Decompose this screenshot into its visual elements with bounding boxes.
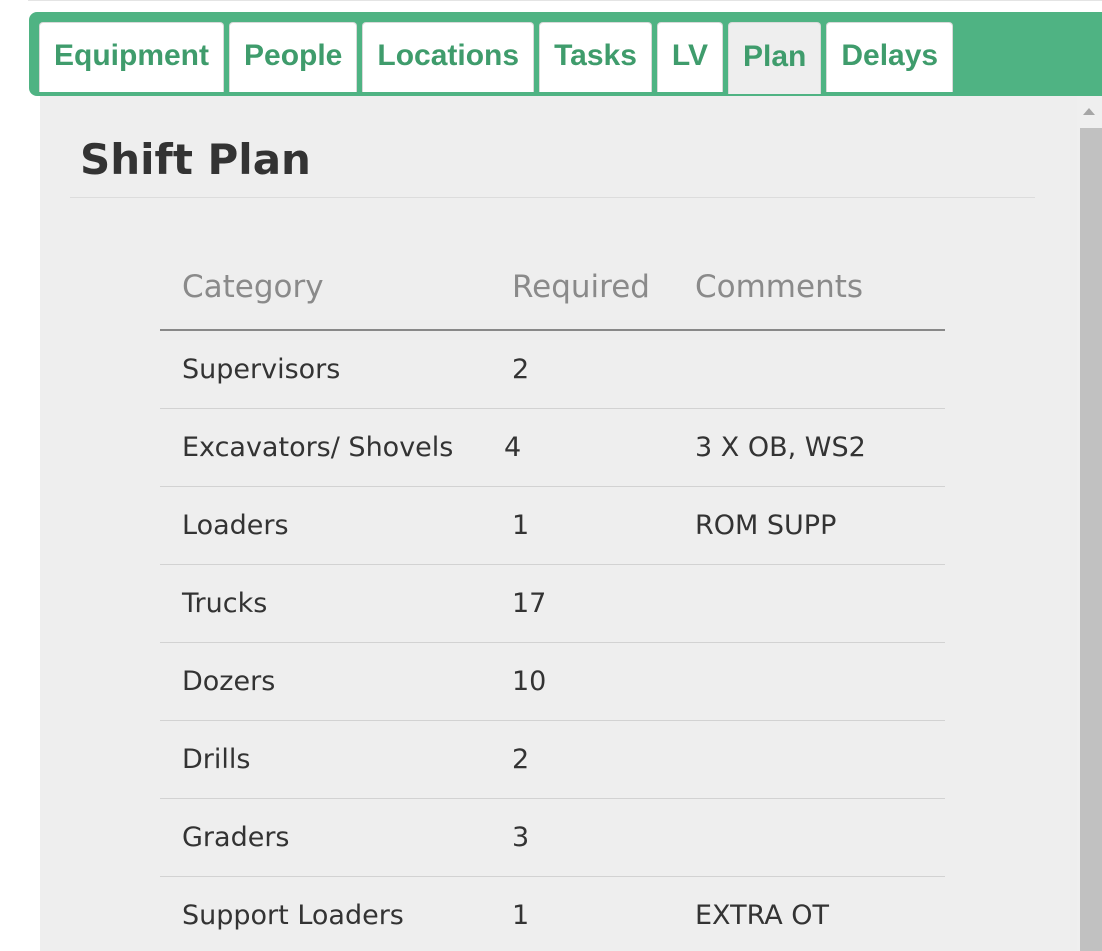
tab-bar: Equipment People Locations Tasks LV Plan… [29,12,1102,96]
cell-category: Dozers [160,642,500,721]
cell-comments [685,642,945,721]
cell-required: 3 [500,798,685,877]
table-row: Trucks 17 [160,564,945,643]
cell-category: Support Loaders [160,876,500,951]
header-category[interactable]: Category [160,245,500,331]
scroll-up-arrow-icon[interactable] [1083,108,1095,115]
table-row: Graders 3 [160,798,945,877]
cell-required: 2 [500,330,685,409]
app-frame: Equipment People Locations Tasks LV Plan… [0,0,1102,951]
table-row: Support Loaders 1 EXTRA OT [160,876,945,951]
cell-comments: 3 X OB, WS2 [685,408,945,487]
table-row: Loaders 1 ROM SUPP [160,486,945,565]
tab-plan[interactable]: Plan [728,22,822,94]
tab-delays[interactable]: Delays [826,22,954,92]
cell-category: Graders [160,798,500,877]
cell-comments [685,798,945,877]
table-row: Excavators/ Shovels 4 3 X OB, WS2 [160,408,945,487]
tab-list: Equipment People Locations Tasks LV Plan… [39,22,954,94]
cell-comments [685,720,945,799]
cell-required: 10 [500,642,685,721]
cell-required: 4 [500,408,685,487]
cell-category: Loaders [160,486,500,565]
cell-comments [685,564,945,643]
table-row: Dozers 10 [160,642,945,721]
tab-equipment[interactable]: Equipment [39,22,224,92]
header-comments[interactable]: Comments [685,245,945,331]
top-divider [28,0,1102,5]
tab-tasks[interactable]: Tasks [539,22,652,92]
table-row: Supervisors 2 [160,330,945,409]
tab-locations[interactable]: Locations [362,22,535,92]
cell-category: Excavators/ Shovels [160,408,500,487]
cell-comments: EXTRA OT [685,876,945,951]
cell-required: 1 [500,486,685,565]
cell-required: 2 [500,720,685,799]
cell-required: 1 [500,876,685,951]
cell-comments: ROM SUPP [685,486,945,565]
header-required[interactable]: Required [500,245,685,331]
table-row: Drills 2 [160,720,945,799]
tab-people[interactable]: People [229,22,358,92]
cell-comments [685,330,945,409]
cell-required: 17 [500,564,685,643]
cell-category: Trucks [160,564,500,643]
scrollbar-thumb[interactable] [1080,128,1102,951]
title-divider [70,197,1035,198]
table-header-row: Category Required Comments [160,245,945,331]
tab-lv[interactable]: LV [656,22,724,92]
shift-plan-table: Category Required Comments Supervisors 2… [160,245,945,951]
cell-category: Drills [160,720,500,799]
cell-category: Supervisors [160,330,500,409]
page-title: Shift Plan [80,135,311,184]
